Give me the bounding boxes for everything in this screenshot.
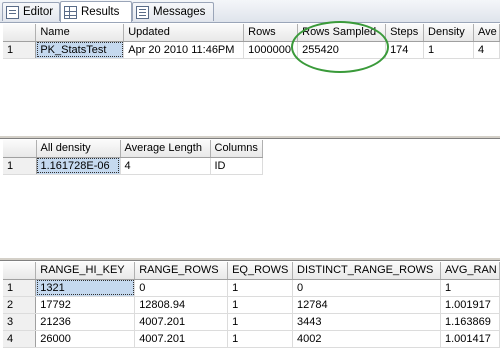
column-header[interactable]: AVG_RAN xyxy=(440,262,500,280)
stats-header-grid[interactable]: Name Updated Rows Rows Sampled Steps Den… xyxy=(3,24,500,59)
grid-cell[interactable]: 1 xyxy=(440,279,500,297)
column-header[interactable]: Updated xyxy=(123,24,245,42)
density-pane: All density Average Length Columns 1 1.1… xyxy=(0,139,500,257)
editor-icon xyxy=(6,5,19,19)
grid-cell[interactable]: 4002 xyxy=(292,330,441,348)
grid-cell[interactable]: 1000000 xyxy=(243,41,299,59)
grid-cell[interactable]: 4 xyxy=(120,157,211,175)
column-header[interactable]: Name xyxy=(35,24,125,42)
table-row: 1 1321 0 1 0 1 xyxy=(3,279,500,297)
histogram-grid[interactable]: RANGE_HI_KEY RANGE_ROWS EQ_ROWS DISTINCT… xyxy=(3,262,500,348)
grid-cell[interactable]: 21236 xyxy=(35,313,136,331)
histogram-pane: RANGE_HI_KEY RANGE_ROWS EQ_ROWS DISTINCT… xyxy=(0,261,500,350)
table-row: 4 26000 4007.201 1 4002 1.001417 xyxy=(3,330,500,348)
table-row: 1 1.161728E-06 4 ID xyxy=(3,157,263,175)
grid-cell-selected[interactable]: PK_StatsTest xyxy=(35,41,125,59)
grid-cell[interactable]: 1.001417 xyxy=(440,330,500,348)
grid2-corner[interactable] xyxy=(3,140,37,158)
tab-results-label: Results xyxy=(81,6,120,18)
column-header[interactable]: Rows Sampled xyxy=(297,24,387,42)
grid1-corner[interactable] xyxy=(3,24,37,42)
column-header[interactable]: Average Length xyxy=(120,140,211,158)
grid-cell[interactable]: 1 xyxy=(227,279,294,297)
grid3-header-row: RANGE_HI_KEY RANGE_ROWS EQ_ROWS DISTINCT… xyxy=(3,262,500,280)
tab-results[interactable]: Results xyxy=(60,1,132,22)
column-header[interactable]: RANGE_ROWS xyxy=(134,262,229,280)
grid-cell[interactable]: 1 xyxy=(227,313,294,331)
table-row: 1 PK_StatsTest Apr 20 2010 11:46PM 10000… xyxy=(3,41,500,59)
grid-cell-selected[interactable]: 1.161728E-06 xyxy=(36,157,121,175)
results-tabstrip: Editor Results Messages xyxy=(0,0,500,23)
column-header[interactable]: Columns xyxy=(210,140,263,158)
grid-cell[interactable]: 1 xyxy=(423,41,474,59)
stats-header-pane: Name Updated Rows Rows Sampled Steps Den… xyxy=(0,23,500,135)
row-number[interactable]: 1 xyxy=(3,279,37,297)
column-header[interactable]: All density xyxy=(36,140,121,158)
density-grid[interactable]: All density Average Length Columns 1 1.1… xyxy=(3,140,263,175)
column-header[interactable]: RANGE_HI_KEY xyxy=(35,262,136,280)
grid-cell[interactable]: ID xyxy=(210,157,263,175)
grid-cell[interactable]: 255420 xyxy=(297,41,387,59)
column-header[interactable]: Steps xyxy=(385,24,425,42)
grid2-header-row: All density Average Length Columns xyxy=(3,140,263,158)
column-header[interactable]: EQ_ROWS xyxy=(227,262,294,280)
grid-cell[interactable]: Apr 20 2010 11:46PM xyxy=(123,41,245,59)
grid-cell[interactable]: 1.163869 xyxy=(440,313,500,331)
grid-cell[interactable]: 174 xyxy=(385,41,425,59)
grid1-header-row: Name Updated Rows Rows Sampled Steps Den… xyxy=(3,24,500,42)
grid-cell[interactable]: 12808.94 xyxy=(134,296,229,314)
grid3-corner[interactable] xyxy=(3,262,37,280)
grid-cell[interactable]: 1.001917 xyxy=(440,296,500,314)
tab-editor-label: Editor xyxy=(23,6,54,18)
grid-cell[interactable]: 4007.201 xyxy=(134,330,229,348)
column-header[interactable]: Density xyxy=(423,24,474,42)
grid-cell[interactable]: 26000 xyxy=(35,330,136,348)
column-header[interactable]: DISTINCT_RANGE_ROWS xyxy=(292,262,441,280)
grid-cell[interactable]: 1 xyxy=(227,330,294,348)
grid-cell[interactable]: 1 xyxy=(227,296,294,314)
column-header[interactable]: Ave xyxy=(473,24,500,42)
tab-messages-label: Messages xyxy=(153,6,206,18)
grid-cell[interactable]: 0 xyxy=(292,279,441,297)
tab-messages[interactable]: Messages xyxy=(132,2,214,21)
row-number[interactable]: 1 xyxy=(3,157,37,175)
grid-cell[interactable]: 4 xyxy=(473,41,500,59)
row-number[interactable]: 1 xyxy=(3,41,37,59)
grid-cell-selected[interactable]: 1321 xyxy=(35,279,136,297)
grid-cell[interactable]: 17792 xyxy=(35,296,136,314)
grid-cell[interactable]: 3443 xyxy=(292,313,441,331)
grid-cell[interactable]: 0 xyxy=(134,279,229,297)
table-row: 3 21236 4007.201 1 3443 1.163869 xyxy=(3,313,500,331)
column-header[interactable]: Rows xyxy=(243,24,299,42)
grid-cell[interactable]: 4007.201 xyxy=(134,313,229,331)
row-number[interactable]: 2 xyxy=(3,296,37,314)
row-number[interactable]: 4 xyxy=(3,330,37,348)
messages-icon xyxy=(136,5,149,19)
grid-icon xyxy=(64,5,77,19)
tab-editor[interactable]: Editor xyxy=(2,2,60,21)
row-number[interactable]: 3 xyxy=(3,313,37,331)
grid-cell[interactable]: 12784 xyxy=(292,296,441,314)
table-row: 2 17792 12808.94 1 12784 1.001917 xyxy=(3,296,500,314)
